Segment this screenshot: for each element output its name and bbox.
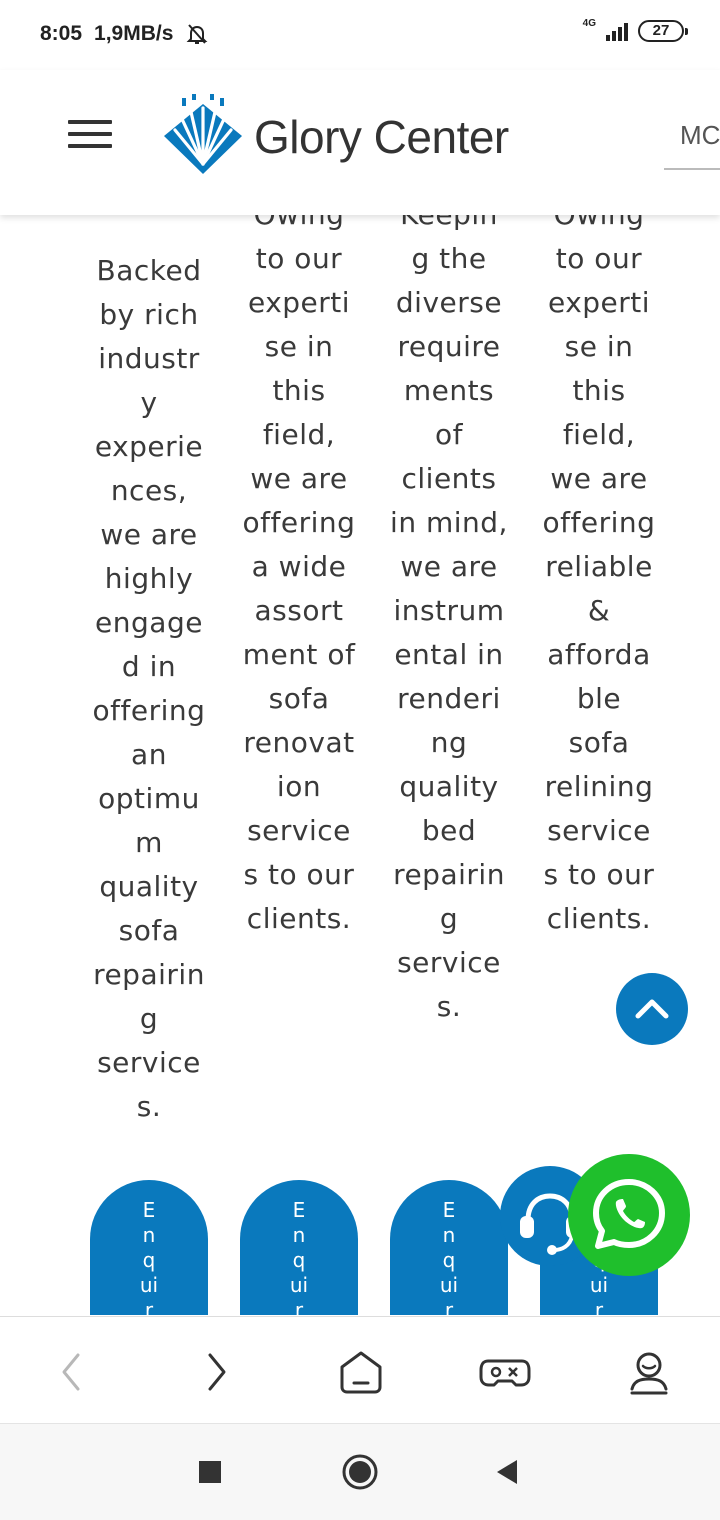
- mute-bell-icon: [186, 24, 208, 44]
- home-button[interactable]: [334, 1345, 388, 1399]
- back-nav-button[interactable]: [484, 1448, 532, 1496]
- service-column-3: Keepin g the diverse require ments of cl…: [374, 215, 524, 1029]
- recents-button[interactable]: [186, 1448, 234, 1496]
- service-description: Backed by rich industr y experie nces, w…: [92, 254, 206, 1123]
- back-button[interactable]: [44, 1345, 98, 1399]
- enquiry-label: E n q ui r: [439, 1198, 459, 1315]
- chevron-right-icon: [208, 1353, 226, 1391]
- games-button[interactable]: [478, 1345, 532, 1399]
- whatsapp-icon: [593, 1179, 665, 1249]
- home-icon: [340, 1351, 382, 1394]
- system-nav-bar: [0, 1424, 720, 1520]
- gamepad-icon: [479, 1359, 531, 1387]
- services-section: Backed by rich industr y experie nces, w…: [0, 215, 720, 1315]
- profile-button[interactable]: [622, 1345, 676, 1399]
- network-type: 4G: [582, 17, 596, 29]
- status-bar: 8:05 1,9MB/s 4G 27: [0, 0, 720, 70]
- chevron-left-icon: [62, 1353, 80, 1391]
- user-icon: [630, 1352, 668, 1395]
- browser-toolbar: [0, 1316, 720, 1424]
- language-button[interactable]: MC: [664, 100, 720, 170]
- enquiry-button-2[interactable]: E n q ui r: [240, 1180, 358, 1315]
- hamburger-icon-line: [68, 132, 112, 136]
- enquiry-button-1[interactable]: E n q ui r: [90, 1180, 208, 1315]
- battery-icon: 27: [638, 20, 688, 42]
- menu-button[interactable]: [68, 120, 112, 152]
- service-column-2: Owing to our experti se in this field, w…: [224, 215, 374, 941]
- logo[interactable]: Glory Center: [158, 92, 509, 182]
- service-description: Owing to our experti se in this field, w…: [542, 215, 656, 935]
- whatsapp-button[interactable]: [568, 1154, 690, 1276]
- enquiry-button-3[interactable]: E n q ui r: [390, 1180, 508, 1315]
- scroll-top-button[interactable]: [616, 973, 688, 1045]
- status-time: 8:05: [40, 22, 83, 45]
- signal-icon: [606, 21, 628, 41]
- enquiry-label: E n q ui r: [139, 1198, 159, 1315]
- hamburger-icon: [68, 120, 112, 124]
- square-icon: [199, 1461, 221, 1483]
- status-left: 8:05 1,9MB/s: [40, 22, 209, 46]
- status-right: 4G 27: [582, 17, 688, 42]
- status-speed: 1,9MB/s: [94, 22, 174, 45]
- site-header: Glory Center MC: [0, 70, 720, 215]
- hamburger-icon-line: [68, 144, 112, 148]
- triangle-back-icon: [497, 1460, 517, 1484]
- service-description: Owing to our experti se in this field, w…: [242, 215, 356, 935]
- circle-icon: [342, 1454, 378, 1490]
- service-column-1: Backed by rich industr y experie nces, w…: [74, 249, 224, 1129]
- logo-icon: [164, 94, 242, 174]
- enquiry-label: E n q ui r: [289, 1198, 309, 1315]
- chevron-up-icon: [635, 999, 669, 1019]
- home-nav-button[interactable]: [336, 1448, 384, 1496]
- service-description: Keepin g the diverse require ments of cl…: [390, 215, 508, 1023]
- service-column-4: Owing to our experti se in this field, w…: [524, 215, 674, 941]
- brand-name: Glory Center: [254, 111, 509, 163]
- forward-button[interactable]: [190, 1345, 244, 1399]
